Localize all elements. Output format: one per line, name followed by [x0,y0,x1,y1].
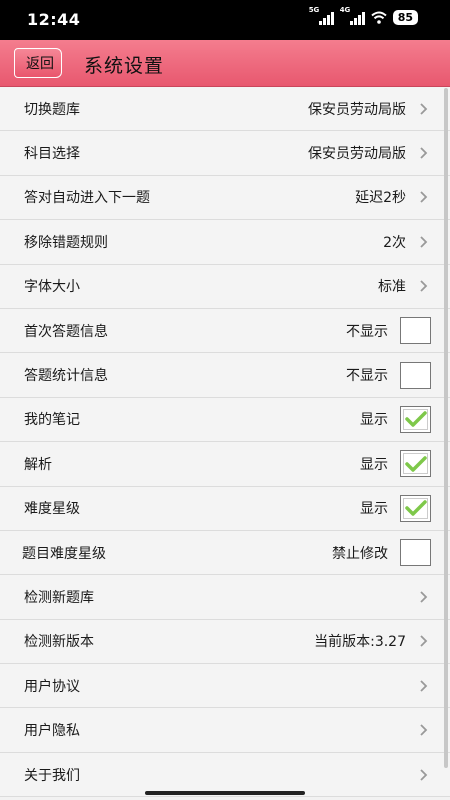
row-question-difficulty-stars: 题目难度星级 禁止修改 [0,530,450,576]
checkmark-icon [404,411,427,428]
row-value: 延迟2秒 [355,190,406,207]
chevron-right-icon [416,279,430,293]
row-label: 解析 [24,456,52,473]
settings-list: 切换题库 保安员劳动局版 科目选择 保安员劳动局版 答对自动进入下一题 延迟2秒… [0,87,450,798]
row-answer-stats-info: 答题统计信息 不显示 [0,353,450,398]
row-label: 我的笔记 [24,412,80,429]
checkbox-value: 显示 [360,412,388,429]
chevron-right-icon [416,235,430,249]
row-auto-next[interactable]: 答对自动进入下一题 延迟2秒 [0,175,450,221]
row-value: 保安员劳动局版 [308,146,406,163]
checkbox-value: 不显示 [346,323,388,340]
answer-stats-checkbox[interactable] [400,361,431,389]
row-check-new-version[interactable]: 检测新版本 当前版本:3.27 [0,619,450,665]
nav-bar: 返回 系统设置 [0,40,450,87]
checkbox-value: 禁止修改 [332,545,388,562]
row-wrong-removal-rule[interactable]: 移除错题规则 2次 [0,220,450,265]
chevron-right-icon [416,768,430,782]
row-value: 当前版本:3.27 [314,634,406,651]
row-label: 用户隐私 [24,723,80,740]
signal-4g-icon: 4G [340,6,365,25]
row-label: 首次答题信息 [24,323,108,340]
row-user-privacy[interactable]: 用户隐私 [0,708,450,753]
checkbox-value: 显示 [360,456,388,473]
row-check-new-bank[interactable]: 检测新题库 [0,575,450,620]
checkmark-icon [404,456,427,472]
row-value: 2次 [383,234,406,251]
checkmark-icon [404,500,427,516]
row-label: 科目选择 [24,146,80,163]
status-time: 12:44 [27,10,81,29]
page-title: 系统设置 [84,55,165,77]
row-value: 标准 [378,279,406,296]
chevron-right-icon [416,590,430,604]
row-user-agreement[interactable]: 用户协议 [0,664,450,709]
checkbox-value: 不显示 [346,368,388,385]
row-analysis: 解析 显示 [0,442,450,487]
row-first-answer-info: 首次答题信息 不显示 [0,308,450,354]
wifi-icon [371,11,387,24]
row-label: 答对自动进入下一题 [24,190,150,207]
scrollbar[interactable] [444,88,448,768]
row-label: 题目难度星级 [22,545,106,562]
status-icons: 5G 4G 85 [309,6,418,25]
chevron-right-icon [416,679,430,693]
row-label: 切换题库 [24,101,80,118]
row-label: 用户协议 [24,678,80,695]
row-label: 检测新题库 [24,589,94,606]
chevron-right-icon [416,102,430,116]
back-button[interactable]: 返回 [14,48,62,78]
row-difficulty-stars: 难度星级 显示 [0,486,450,531]
row-label: 答题统计信息 [24,368,108,385]
difficulty-stars-checkbox[interactable] [400,494,431,522]
chevron-right-icon [416,723,430,737]
row-subject-select[interactable]: 科目选择 保安员劳动局版 [0,131,450,176]
row-my-notes: 我的笔记 显示 [0,397,450,443]
first-answer-info-checkbox[interactable] [400,317,431,345]
row-label: 字体大小 [24,279,80,296]
chevron-right-icon [416,634,430,648]
status-bar: 12:44 5G 4G 85 [0,0,450,40]
question-difficulty-checkbox[interactable] [400,539,431,567]
my-notes-checkbox[interactable] [400,405,431,433]
row-label: 关于我们 [24,767,80,784]
chevron-right-icon [416,190,430,204]
signal-5g-icon: 5G [309,6,334,25]
row-label: 难度星级 [24,501,80,518]
row-switch-question-bank[interactable]: 切换题库 保安员劳动局版 [0,87,450,132]
row-label: 检测新版本 [24,634,94,651]
row-font-size[interactable]: 字体大小 标准 [0,264,450,309]
analysis-checkbox[interactable] [400,450,431,478]
checkbox-value: 显示 [360,501,388,518]
chevron-right-icon [416,146,430,160]
home-indicator[interactable] [145,791,305,795]
battery-icon: 85 [392,10,418,25]
row-value: 保安员劳动局版 [308,101,406,118]
row-label: 移除错题规则 [24,234,108,251]
